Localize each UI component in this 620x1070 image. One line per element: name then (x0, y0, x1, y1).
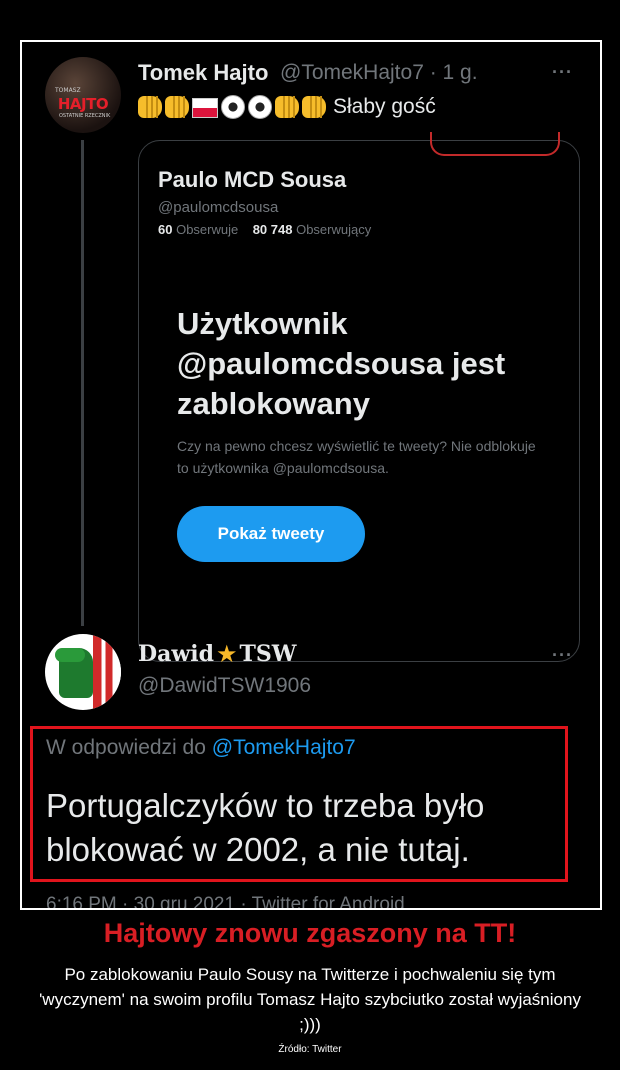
thread-line (81, 140, 84, 626)
tweet2-author-name[interactable]: Dawid ★ TSW (138, 640, 297, 668)
tweet1-author-name[interactable]: Tomek Hajto (138, 60, 268, 86)
poland-flag-icon (192, 98, 218, 118)
avatar-sub-text: OSTATNIE RZECZNIK (59, 113, 111, 119)
reply-mention-link[interactable]: @TomekHajto7 (212, 736, 356, 759)
avatar-top-text: TOMASZ (55, 87, 81, 94)
tweet1-handle-time[interactable]: @TomekHajto7 · 1 g. (280, 61, 478, 85)
tweet2-meta: 6:16 PM · 30 gru 2021 · Twitter for Andr… (46, 894, 405, 910)
screenshot-frame: TOMASZ HAJTO OSTATNIE RZECZNIK Tomek Haj… (20, 40, 602, 910)
tweet2-name-part2: TSW (239, 641, 297, 667)
soccer-ball-icon (248, 95, 272, 119)
quoted-profile-handle: @paulomcdsousa (158, 199, 279, 216)
avatar-dawid-tsw[interactable] (45, 634, 121, 710)
fist-icon (275, 96, 299, 118)
soccer-ball-icon (221, 95, 245, 119)
reply-prefix: W odpowiedzi do (46, 736, 206, 759)
crocodile-mascot-icon (55, 648, 93, 698)
fist-icon (138, 96, 162, 118)
following-label: Obserwuje (176, 222, 239, 237)
tweet2-more-icon[interactable]: ··· (552, 645, 573, 666)
followers-label: Obserwujący (296, 222, 372, 237)
show-tweets-button[interactable]: Pokaż tweety (177, 506, 365, 562)
tweet1-more-icon[interactable]: ··· (552, 62, 573, 83)
blocked-user-title: Użytkownik @paulomcdsousa jest zablokowa… (177, 306, 506, 421)
caption-title: Hajtowy znowu zgaszony na TT! (103, 918, 517, 948)
red-button-outline (430, 132, 560, 156)
blocked-user-description: Czy na pewno chcesz wyświetlić te tweety… (177, 438, 536, 476)
fist-icon (302, 96, 326, 118)
avatar-brand-text: HAJTO (57, 95, 109, 113)
quoted-profile-name: Paulo MCD Sousa (158, 167, 347, 192)
tweet1-text: Słaby gość (333, 95, 436, 118)
tweet2-text: Portugalczyków to trzeba było blokować w… (46, 787, 485, 868)
star-icon: ★ (216, 640, 238, 668)
fist-icon (165, 96, 189, 118)
caption-description: Po zablokowaniu Paulo Sousy na Twitterze… (39, 965, 581, 1034)
tweet1-body: Słaby gość (138, 92, 436, 122)
followers-count: 80 748 (252, 222, 293, 237)
reply-to-line: W odpowiedzi do @TomekHajto7 (46, 736, 356, 760)
tweet2-name-part1: Dawid (138, 641, 215, 667)
quoted-profile-stats: 60 Obserwuje 80 748 Obserwujący (158, 222, 371, 237)
avatar-stripe (93, 634, 121, 710)
following-count: 60 (158, 222, 173, 237)
tweet2-handle[interactable]: @DawidTSW1906 (138, 674, 311, 698)
caption-source: Źródło: Twitter (278, 1044, 342, 1055)
avatar-tomek-hajto[interactable]: TOMASZ HAJTO OSTATNIE RZECZNIK (45, 57, 121, 133)
